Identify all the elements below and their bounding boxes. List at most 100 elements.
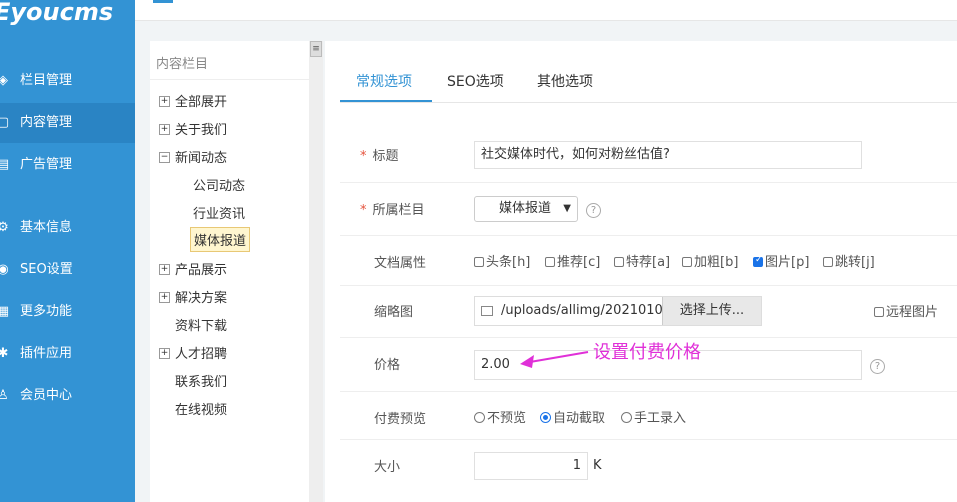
help-icon[interactable]: ? xyxy=(870,359,885,374)
attribute-checkbox-redirect[interactable]: 跳转[j] xyxy=(823,251,875,270)
sidebar-item-label: SEO设置 xyxy=(20,262,73,277)
attribute-checkbox-bold[interactable]: 加粗[b] xyxy=(682,251,738,270)
collapse-toggle-icon[interactable]: − xyxy=(159,152,170,163)
sidebar-item-seo-settings[interactable]: ◉ SEO设置 xyxy=(0,250,135,290)
document-icon: ▢ xyxy=(0,115,10,130)
sidebar-item-label: 插件应用 xyxy=(20,346,73,361)
expand-toggle-icon[interactable]: + xyxy=(159,292,170,303)
checkbox-icon[interactable] xyxy=(874,306,884,317)
sidebar-item-plugins[interactable]: ✱ 插件应用 xyxy=(0,334,135,374)
tab-general[interactable]: 常规选项 xyxy=(356,71,412,91)
annotation-arrow-icon xyxy=(520,351,589,368)
divider xyxy=(340,102,957,103)
tab-seo[interactable]: SEO选项 xyxy=(447,71,504,91)
tree-node-solutions[interactable]: + 解决方案 xyxy=(159,287,227,306)
checkbox-checked-icon[interactable] xyxy=(753,255,763,267)
sidebar-item-member-center[interactable]: ♙ 会员中心 xyxy=(0,376,135,416)
attribute-checkbox-recommend[interactable]: 推荐[c] xyxy=(545,251,600,270)
checkbox-icon[interactable] xyxy=(823,256,833,267)
sidebar-item-content-management[interactable]: ▢ 内容管理 xyxy=(0,103,135,143)
expand-toggle-icon[interactable]: + xyxy=(159,264,170,275)
attribute-checkbox-headline[interactable]: 头条[h] xyxy=(474,251,530,270)
attribute-checkbox-featured[interactable]: 特荐[a] xyxy=(614,251,670,270)
remote-image-checkbox[interactable]: 远程图片 xyxy=(874,301,938,320)
tree-node-media-reports[interactable]: 媒体报道 xyxy=(190,227,251,252)
size-input[interactable]: 1 xyxy=(474,452,588,480)
main-form-panel: 常规选项 SEO选项 其他选项 * 标题 社交媒体时代，如何对粉丝估值? * 所属栏… xyxy=(325,41,957,502)
checkbox-icon[interactable] xyxy=(682,256,692,267)
top-bar-accent xyxy=(153,0,173,3)
radio-icon[interactable] xyxy=(474,412,485,423)
size-unit: K xyxy=(593,458,602,473)
tree-node-videos[interactable]: 在线视频 xyxy=(175,399,227,418)
sidebar-item-label: 内容管理 xyxy=(20,115,73,130)
thumbnail-input[interactable]: /uploads/allimg/20210107/1-21010G0131 选择… xyxy=(474,296,762,326)
seo-icon: ◉ xyxy=(0,262,9,277)
sidebar-item-column-management[interactable]: ◈ 栏目管理 xyxy=(0,61,135,101)
sidebar-item-basic-info[interactable]: ⚙ 基本信息 xyxy=(0,208,135,248)
sidebar-item-label: 基本信息 xyxy=(20,220,73,235)
tree-node-downloads[interactable]: 资料下载 xyxy=(175,315,227,334)
title-label: * 标题 xyxy=(360,149,399,164)
divider xyxy=(150,79,309,80)
divider xyxy=(340,391,957,392)
tree-node-products[interactable]: + 产品展示 xyxy=(159,259,227,278)
tree-node-company-news[interactable]: 公司动态 xyxy=(193,175,245,194)
plugin-icon: ✱ xyxy=(0,346,9,361)
title-input[interactable]: 社交媒体时代，如何对粉丝估值? xyxy=(474,141,862,169)
attribute-checkbox-image[interactable]: 图片[p] xyxy=(753,251,809,270)
expand-toggle-icon[interactable]: + xyxy=(159,96,170,107)
splitter-handle-icon[interactable]: ≡ xyxy=(310,41,322,57)
sidebar: Eyoucms ◈ 栏目管理 ▢ 内容管理 ▤ 广告管理 ⚙ 基本信息 ◉ SE… xyxy=(0,0,135,502)
required-mark: * xyxy=(360,203,367,218)
tree-node-expand-all[interactable]: + 全部展开 xyxy=(159,91,227,110)
user-icon: ♙ xyxy=(0,388,9,403)
expand-toggle-icon[interactable]: + xyxy=(159,124,170,135)
price-label: 价格 xyxy=(374,358,401,373)
divider xyxy=(340,182,957,183)
checkbox-icon[interactable] xyxy=(545,256,555,267)
sidebar-item-more-features[interactable]: ▦ 更多功能 xyxy=(0,292,135,332)
expand-toggle-icon[interactable]: + xyxy=(159,348,170,359)
top-bar xyxy=(135,0,957,21)
divider xyxy=(340,285,957,286)
preview-radio-manual[interactable]: 手工录入 xyxy=(621,407,686,426)
chevron-down-icon: ▼ xyxy=(563,203,571,214)
tree-node-contact[interactable]: 联系我们 xyxy=(175,371,227,390)
thumbnail-label: 缩略图 xyxy=(374,305,414,320)
tree-title: 内容栏目 xyxy=(156,57,209,72)
sidebar-item-label: 栏目管理 xyxy=(20,73,73,88)
annotation-text: 设置付费价格 xyxy=(593,342,701,363)
layers-icon: ◈ xyxy=(0,73,8,88)
radio-icon[interactable] xyxy=(621,412,632,423)
size-label: 大小 xyxy=(374,460,401,475)
tree-node-about[interactable]: + 关于我们 xyxy=(159,119,227,138)
checkbox-icon[interactable] xyxy=(474,256,484,267)
tree-node-news[interactable]: − 新闻动态 xyxy=(159,147,227,166)
panel-splitter[interactable]: ≡ xyxy=(309,41,323,502)
preview-radio-none[interactable]: 不预览 xyxy=(474,407,526,426)
category-label: * 所属栏目 xyxy=(360,203,425,218)
tree-node-careers[interactable]: + 人才招聘 xyxy=(159,343,227,362)
tab-other[interactable]: 其他选项 xyxy=(537,71,593,91)
app-logo[interactable]: Eyoucms xyxy=(0,0,113,26)
preview-radio-auto[interactable]: 自动截取 xyxy=(540,407,605,426)
sidebar-item-label: 会员中心 xyxy=(20,388,73,403)
required-mark: * xyxy=(360,149,367,164)
sidebar-item-label: 更多功能 xyxy=(20,304,73,319)
tree-node-industry-news[interactable]: 行业资讯 xyxy=(193,203,245,222)
attributes-label: 文档属性 xyxy=(374,256,427,271)
help-icon[interactable]: ? xyxy=(586,203,601,218)
gear-icon: ⚙ xyxy=(0,220,9,235)
checkbox-icon[interactable] xyxy=(614,256,624,267)
grid-icon: ▦ xyxy=(0,304,10,319)
sidebar-item-ad-management[interactable]: ▤ 广告管理 xyxy=(0,145,135,185)
divider xyxy=(340,235,957,236)
image-icon xyxy=(481,306,493,316)
divider xyxy=(340,439,957,440)
ad-icon: ▤ xyxy=(0,157,10,172)
upload-button[interactable]: 选择上传... xyxy=(662,297,761,325)
paid-preview-label: 付费预览 xyxy=(374,412,427,427)
radio-checked-icon[interactable] xyxy=(540,412,551,423)
category-select[interactable]: 媒体报道 ▼ xyxy=(474,196,578,222)
